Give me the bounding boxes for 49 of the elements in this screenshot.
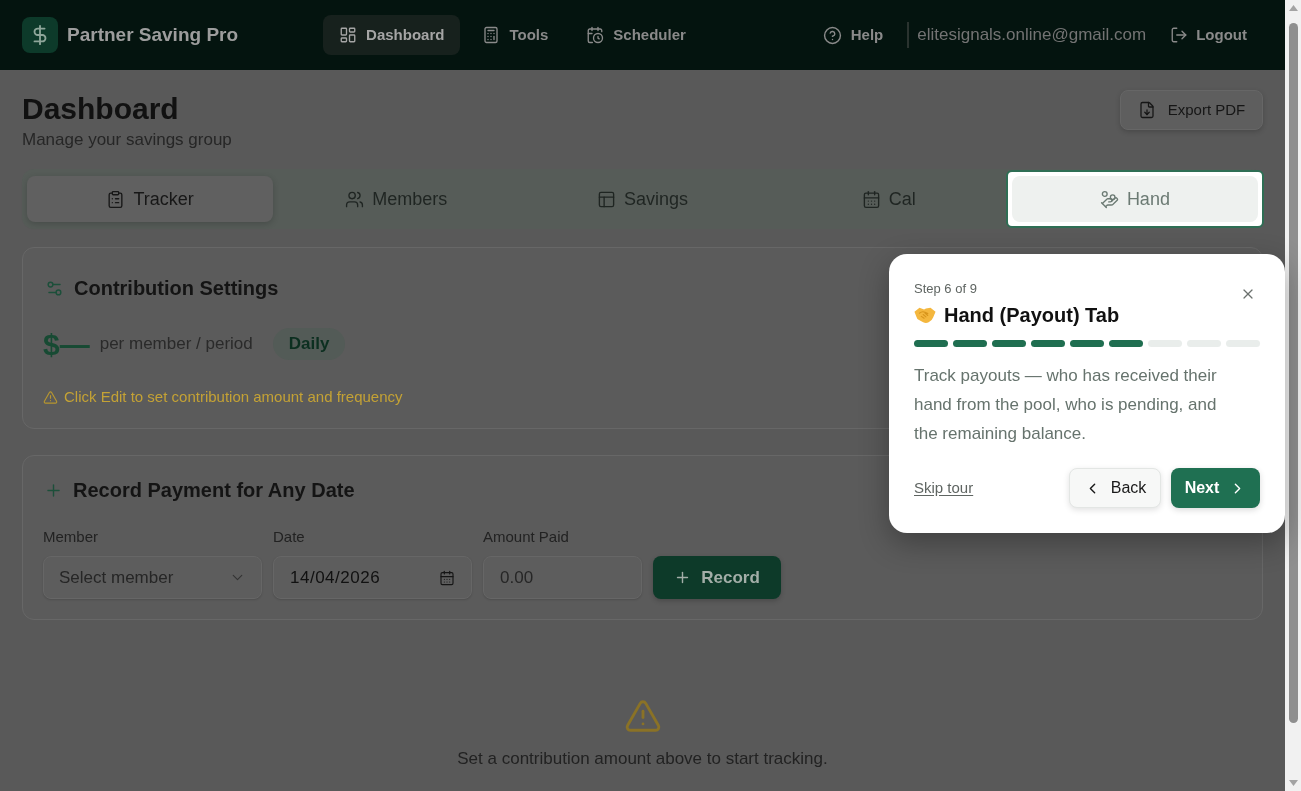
nav-link[interactable]: Scheduler (570, 15, 702, 55)
amount-field[interactable]: 0.00 (483, 556, 642, 599)
nav-link[interactable]: Dashboard (323, 15, 461, 55)
warning-icon (623, 697, 662, 735)
scrollbar-track[interactable] (1285, 0, 1301, 791)
record-button[interactable]: Record (653, 556, 781, 599)
calendar-clock-icon (586, 26, 605, 44)
scroll-down-icon[interactable] (1288, 780, 1298, 786)
calendar-icon[interactable] (439, 569, 455, 586)
field-label: Member (43, 527, 99, 547)
hand-coins-icon (1099, 189, 1119, 209)
popover-description: Track payouts — who has received their hand from the pool, who is pending, and the remaining balance. (914, 365, 1218, 445)
brand-name: Partner Saving Pro (67, 22, 239, 47)
next-button[interactable]: Next (1171, 468, 1260, 508)
page-title: Dashboard (22, 91, 180, 127)
back-button[interactable]: Back (1069, 468, 1161, 508)
table-icon (596, 189, 616, 209)
export-pdf-button[interactable]: Export PDF (1120, 90, 1263, 130)
logo-icon (22, 17, 58, 53)
users-icon (345, 189, 365, 209)
field-label: Amount Paid (483, 527, 570, 547)
file-download-icon (1137, 101, 1156, 119)
calculator-icon (482, 26, 501, 44)
help-icon (822, 25, 842, 45)
date-field[interactable]: 14/04/2026 (273, 556, 472, 599)
field-label: Date (273, 527, 306, 547)
popover-title: Hand (Payout) Tab (944, 303, 1120, 328)
card-title: Record Payment for Any Date (73, 478, 355, 503)
contribution-amount: $— (43, 326, 90, 363)
tab[interactable]: Hand (1011, 176, 1258, 222)
handshake-icon (914, 306, 936, 324)
warning-message: Click Edit to set contribution amount and frequency (64, 387, 403, 407)
help-link[interactable]: Help (806, 15, 900, 55)
user-email: elitesignals.online@gmail.com (917, 24, 1147, 47)
skip-tour-link[interactable]: Skip tour (914, 476, 974, 500)
logout-icon (1170, 26, 1189, 44)
nav-link[interactable]: Tools (466, 15, 565, 55)
scroll-up-icon[interactable] (1288, 5, 1298, 11)
dashboard-grid-icon (339, 26, 358, 44)
warning-icon (43, 389, 58, 405)
sliders-icon (45, 278, 64, 298)
calendar-icon (861, 189, 881, 209)
frequency-badge: Daily (272, 328, 346, 360)
clipboard-icon (106, 189, 126, 209)
card-title: Contribution Settings (74, 276, 279, 301)
step-counter: Step 6 of 9 (914, 280, 978, 298)
scrollbar-thumb[interactable] (1288, 23, 1298, 723)
logout-button[interactable]: Logout (1154, 15, 1263, 55)
tab[interactable]: Tracker (27, 176, 274, 222)
